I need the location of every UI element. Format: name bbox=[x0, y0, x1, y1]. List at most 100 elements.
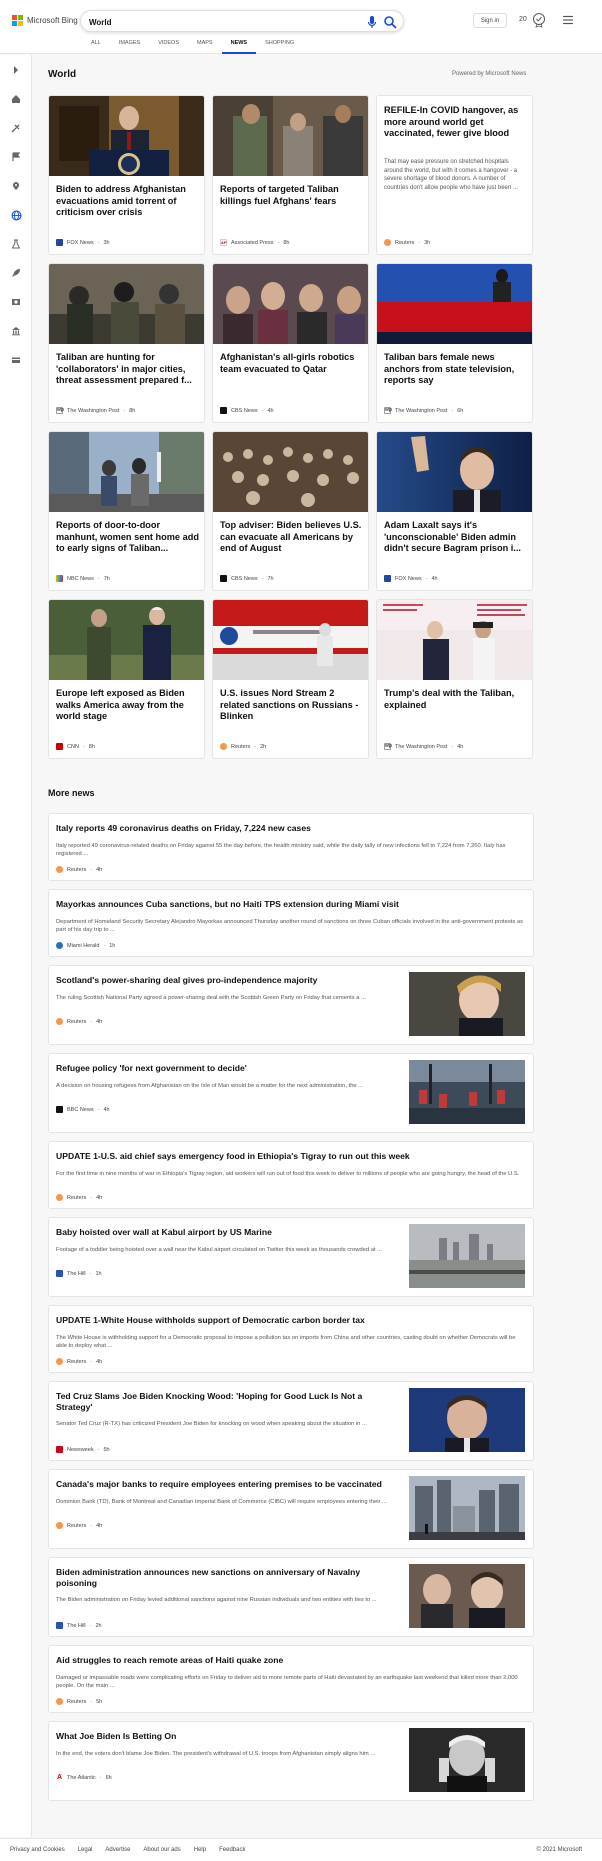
hamburger-menu-icon[interactable] bbox=[562, 14, 574, 26]
list-item[interactable]: Biden administration announces new sanct… bbox=[48, 1557, 534, 1637]
news-card[interactable]: Afghanistan's all-girls robotics team ev… bbox=[212, 263, 369, 423]
rail-location[interactable] bbox=[9, 179, 23, 193]
card-title[interactable]: REFILE-In COVID hangover, as more around… bbox=[384, 105, 527, 140]
tab-all[interactable]: ALL bbox=[82, 40, 110, 54]
card-title[interactable]: Trump's deal with the Taliban, explained bbox=[384, 688, 527, 711]
card-title[interactable]: Reports of targeted Taliban killings fue… bbox=[220, 184, 363, 207]
source-name: Reuters bbox=[231, 743, 251, 750]
source-name: Reuters bbox=[67, 1522, 87, 1529]
news-card[interactable]: Reports of door-to-door manhunt, women s… bbox=[48, 431, 205, 591]
footer-link-legal[interactable]: Legal bbox=[78, 1847, 93, 1853]
rail-money[interactable] bbox=[9, 353, 23, 367]
news-card[interactable]: REFILE-In COVID hangover, as more around… bbox=[376, 95, 533, 255]
source-name: Miami Herald bbox=[67, 942, 100, 949]
news-item-snippet: A decision on housing refugees from Afgh… bbox=[56, 1083, 364, 1089]
footer-links: Privacy and Cookies Legal Advertise Abou… bbox=[10, 1847, 245, 1853]
footer-link-help[interactable]: Help bbox=[194, 1847, 206, 1853]
list-item[interactable]: UPDATE 1-U.S. aid chief says emergency f… bbox=[48, 1141, 534, 1209]
tab-maps[interactable]: MAPS bbox=[188, 40, 222, 54]
microphone-icon[interactable] bbox=[366, 15, 378, 29]
search-box[interactable] bbox=[80, 10, 404, 32]
news-card[interactable]: Reports of targeted Taliban killings fue… bbox=[212, 95, 369, 255]
list-item[interactable]: Refugee policy 'for next government to d… bbox=[48, 1053, 534, 1133]
card-title[interactable]: Adam Laxalt says it's 'unconscionable' B… bbox=[384, 520, 527, 555]
list-item[interactable]: Scotland's power-sharing deal gives pro-… bbox=[48, 965, 534, 1045]
news-item-title[interactable]: Mayorkas announces Cuba sanctions, but n… bbox=[56, 899, 526, 910]
news-card[interactable]: Top adviser: Biden believes U.S. can eva… bbox=[212, 431, 369, 591]
news-item-title[interactable]: Aid struggles to reach remote areas of H… bbox=[56, 1655, 526, 1666]
news-item-title[interactable]: Ted Cruz Slams Joe Biden Knocking Wood: … bbox=[56, 1391, 396, 1413]
cbs-news-logo-icon bbox=[220, 575, 227, 582]
news-item-snippet: Senator Ted Cruz (R-TX) has criticized P… bbox=[56, 1421, 367, 1427]
news-card[interactable]: Trump's deal with the Taliban, explained… bbox=[376, 599, 533, 759]
news-item-title[interactable]: UPDATE 1-U.S. aid chief says emergency f… bbox=[56, 1151, 526, 1162]
news-card[interactable]: Adam Laxalt says it's 'unconscionable' B… bbox=[376, 431, 533, 591]
sign-in-button[interactable]: Sign in bbox=[473, 13, 507, 28]
card-title[interactable]: Taliban are hunting for 'collaborators' … bbox=[56, 352, 199, 387]
cnn-logo-icon bbox=[56, 743, 63, 750]
footer-link-about-ads[interactable]: About our ads bbox=[143, 1847, 180, 1853]
reuters-logo-icon bbox=[220, 743, 227, 750]
list-item[interactable]: Italy reports 49 coronavirus deaths on F… bbox=[48, 813, 534, 881]
footer-link-privacy[interactable]: Privacy and Cookies bbox=[10, 1847, 65, 1853]
list-item[interactable]: Baby hoisted over wall at Kabul airport … bbox=[48, 1217, 534, 1297]
news-card[interactable]: Europe left exposed as Biden walks Ameri… bbox=[48, 599, 205, 759]
news-item-title[interactable]: Canada's major banks to require employee… bbox=[56, 1479, 396, 1490]
card-title[interactable]: U.S. issues Nord Stream 2 related sancti… bbox=[220, 688, 363, 723]
bing-logo[interactable]: Microsoft Bing bbox=[12, 15, 78, 26]
news-item-snippet: The White House is withholding support f… bbox=[56, 1335, 516, 1349]
news-item-title[interactable]: Refugee policy 'for next government to d… bbox=[56, 1063, 396, 1074]
source-time: 4h bbox=[96, 1194, 103, 1201]
tab-shopping[interactable]: SHOPPING bbox=[256, 40, 303, 54]
rail-tools[interactable] bbox=[9, 121, 23, 135]
card-title[interactable]: Taliban bars female news anchors from st… bbox=[384, 352, 527, 387]
list-item[interactable]: UPDATE 1-White House withholds support o… bbox=[48, 1305, 534, 1373]
search-icon[interactable] bbox=[383, 15, 397, 29]
list-item[interactable]: Ted Cruz Slams Joe Biden Knocking Wood: … bbox=[48, 1381, 534, 1461]
card-title[interactable]: Top adviser: Biden believes U.S. can eva… bbox=[220, 520, 363, 555]
news-item-title[interactable]: UPDATE 1-White House withholds support o… bbox=[56, 1315, 526, 1326]
card-title[interactable]: Afghanistan's all-girls robotics team ev… bbox=[220, 352, 363, 375]
tab-images[interactable]: IMAGES bbox=[110, 40, 149, 54]
chevron-right-icon bbox=[14, 66, 18, 74]
news-item-title[interactable]: Scotland's power-sharing deal gives pro-… bbox=[56, 975, 396, 986]
news-item-title[interactable]: Baby hoisted over wall at Kabul airport … bbox=[56, 1227, 396, 1238]
list-item[interactable]: What Joe Biden Is Betting On In the end,… bbox=[48, 1721, 534, 1801]
footer-link-feedback[interactable]: Feedback bbox=[219, 1847, 245, 1853]
tab-videos[interactable]: VIDEOS bbox=[149, 40, 188, 54]
news-card[interactable]: U.S. issues Nord Stream 2 related sancti… bbox=[212, 599, 369, 759]
source-time: 5h bbox=[103, 1446, 110, 1453]
rail-entertainment[interactable] bbox=[9, 295, 23, 309]
news-item-snippet: Dominion Bank (TD), Bank of Montreal and… bbox=[56, 1499, 387, 1505]
card-title[interactable]: Reports of door-to-door manhunt, women s… bbox=[56, 520, 199, 555]
rewards-count[interactable]: 20 bbox=[519, 16, 527, 23]
powered-by-label[interactable]: Powered by Microsoft News bbox=[452, 71, 526, 77]
rail-science[interactable] bbox=[9, 237, 23, 251]
card-title[interactable]: Europe left exposed as Biden walks Ameri… bbox=[56, 688, 199, 723]
rail-politics[interactable] bbox=[9, 324, 23, 338]
list-item[interactable]: Canada's major banks to require employee… bbox=[48, 1469, 534, 1549]
rail-sports[interactable] bbox=[9, 266, 23, 280]
card-image bbox=[213, 432, 368, 512]
rewards-trophy-icon[interactable] bbox=[532, 12, 546, 28]
news-card[interactable]: Taliban bars female news anchors from st… bbox=[376, 263, 533, 423]
card-source: AP Associated Press · 8h bbox=[220, 239, 290, 246]
footer-link-advertise[interactable]: Advertise bbox=[105, 1847, 130, 1853]
news-card[interactable]: Biden to address Afghanistan evacuations… bbox=[48, 95, 205, 255]
list-item[interactable]: Aid struggles to reach remote areas of H… bbox=[48, 1645, 534, 1713]
globe-icon bbox=[11, 210, 21, 220]
news-card[interactable]: Taliban are hunting for 'collaborators' … bbox=[48, 263, 205, 423]
tab-news[interactable]: NEWS bbox=[221, 40, 257, 54]
card-title[interactable]: Biden to address Afghanistan evacuations… bbox=[56, 184, 199, 219]
news-item-title[interactable]: Biden administration announces new sanct… bbox=[56, 1567, 396, 1589]
rail-home[interactable] bbox=[9, 92, 23, 106]
news-item-title[interactable]: Italy reports 49 coronavirus deaths on F… bbox=[56, 823, 526, 834]
rail-flag[interactable] bbox=[9, 150, 23, 164]
rail-world[interactable] bbox=[9, 208, 23, 222]
more-news-heading: More news bbox=[48, 788, 95, 798]
list-item[interactable]: Mayorkas announces Cuba sanctions, but n… bbox=[48, 889, 534, 957]
expand-rail-button[interactable] bbox=[9, 63, 23, 77]
news-item-title[interactable]: What Joe Biden Is Betting On bbox=[56, 1731, 396, 1742]
search-input[interactable] bbox=[89, 15, 349, 29]
source-time: 6h bbox=[105, 1774, 112, 1781]
